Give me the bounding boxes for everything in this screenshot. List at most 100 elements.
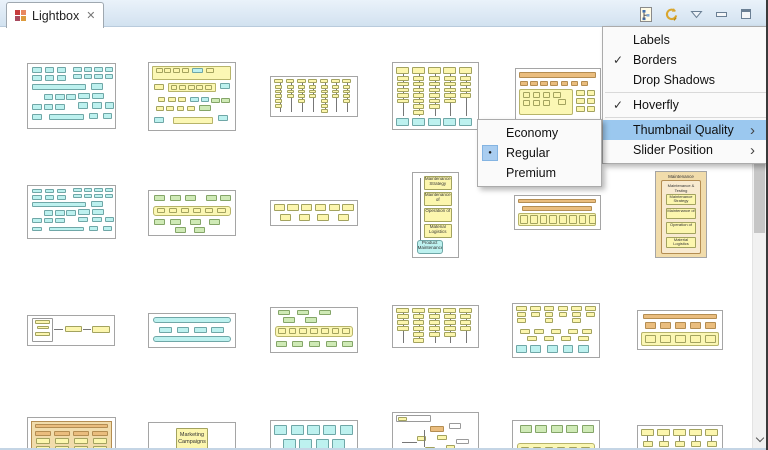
menu-item-hoverfly[interactable]: ✓ Hoverfly bbox=[603, 95, 768, 115]
diagram-box bbox=[308, 79, 318, 84]
diagram-line bbox=[401, 442, 417, 443]
diagram-box bbox=[572, 312, 581, 317]
menu-item-drop-shadows[interactable]: Drop Shadows bbox=[603, 70, 768, 90]
thumbnail[interactable] bbox=[637, 310, 723, 350]
diagram-box bbox=[92, 217, 102, 223]
diagram-box bbox=[526, 335, 538, 341]
thumbnail[interactable] bbox=[270, 307, 358, 353]
diagram-box bbox=[153, 336, 231, 343]
thumbnail[interactable] bbox=[148, 62, 236, 131]
thumbnail[interactable] bbox=[512, 303, 600, 358]
diagram-box bbox=[73, 73, 82, 79]
diagram-box bbox=[92, 92, 104, 100]
check-icon: ✓ bbox=[612, 98, 624, 112]
thumbnail[interactable]: Marketing Campaigns bbox=[148, 422, 236, 450]
tab-lightbox[interactable]: Lightbox ✕ bbox=[6, 2, 105, 28]
thumbnail[interactable] bbox=[148, 313, 236, 348]
diagram-box bbox=[521, 205, 593, 211]
diagram-box bbox=[331, 89, 339, 94]
thumbnail[interactable] bbox=[392, 62, 479, 130]
thumbnail[interactable] bbox=[392, 305, 479, 348]
diagram-box bbox=[297, 99, 305, 103]
submenu-item-premium[interactable]: Premium bbox=[478, 163, 601, 183]
diagram-box bbox=[94, 193, 103, 198]
diagram-box bbox=[428, 332, 440, 338]
menu-item-label: Drop Shadows bbox=[633, 73, 715, 87]
diagram-box bbox=[90, 82, 103, 90]
diagram-box bbox=[343, 84, 351, 89]
diagram-box bbox=[578, 215, 587, 224]
diagram-box bbox=[309, 94, 317, 99]
diagram-box bbox=[644, 334, 656, 343]
diagram-box: Maintenance & Testing Maintenance Strateg… bbox=[661, 179, 701, 254]
submenu-item-regular[interactable]: ● Regular bbox=[478, 143, 601, 163]
diagram-box bbox=[397, 93, 409, 98]
diagram-label: Maintenance Strategy bbox=[423, 176, 452, 190]
thumbnail[interactable] bbox=[514, 195, 601, 230]
diagram-page-icon[interactable] bbox=[638, 6, 654, 22]
diagram-box bbox=[181, 68, 189, 74]
diagram-box bbox=[273, 203, 285, 211]
diagram-box bbox=[459, 81, 472, 87]
menu-item-thumbnail-quality[interactable]: Thumbnail Quality › bbox=[603, 120, 768, 140]
diagram-box bbox=[578, 345, 589, 353]
diagram-box bbox=[459, 76, 472, 81]
diagram-box bbox=[275, 99, 283, 103]
view-menu-icon[interactable] bbox=[688, 6, 704, 22]
thumbnail[interactable] bbox=[27, 417, 116, 450]
diagram-box bbox=[44, 194, 55, 200]
diagram-box bbox=[644, 322, 656, 330]
thumbnail[interactable]: Maintenance Strategy Maintenance of Operat… bbox=[412, 172, 459, 258]
diagram-box bbox=[412, 110, 425, 115]
diagram-box bbox=[32, 103, 42, 111]
diagram-box bbox=[317, 214, 329, 221]
diagram-box bbox=[576, 90, 585, 96]
thumbnail[interactable] bbox=[392, 412, 479, 450]
diagram-box bbox=[298, 214, 310, 221]
menu-item-slider-position[interactable]: Slider Position › bbox=[603, 140, 768, 160]
thumbnail[interactable] bbox=[637, 425, 723, 450]
submenu-item-label: Premium bbox=[506, 166, 557, 180]
maximize-icon[interactable] bbox=[738, 6, 754, 22]
diagram-box bbox=[274, 425, 288, 435]
thumbnail[interactable] bbox=[27, 63, 116, 129]
diagram-box bbox=[520, 215, 528, 224]
refresh-icon[interactable] bbox=[663, 6, 679, 22]
diagram-box bbox=[54, 437, 69, 444]
menu-item-labels[interactable]: Labels bbox=[603, 30, 768, 50]
context-menu: Labels ✓ Borders Drop Shadows ✓ Hoverfly Thumb… bbox=[602, 26, 768, 164]
diagram-box bbox=[174, 227, 186, 233]
minimize-icon[interactable] bbox=[713, 6, 729, 22]
diagram-box bbox=[279, 214, 291, 221]
close-icon[interactable]: ✕ bbox=[86, 9, 95, 22]
diagram-box bbox=[166, 105, 174, 112]
scrollbar-thumb[interactable] bbox=[754, 163, 765, 233]
thumbnail[interactable] bbox=[27, 185, 116, 239]
diagram-box bbox=[544, 318, 554, 323]
submenu-item-economy[interactable]: Economy bbox=[478, 123, 601, 143]
diagram-box bbox=[542, 92, 551, 98]
thumbnail[interactable] bbox=[270, 420, 358, 450]
thumbnail[interactable] bbox=[27, 315, 115, 346]
diagram-box bbox=[412, 104, 425, 110]
diagram-box bbox=[568, 329, 579, 335]
diagram-box bbox=[32, 226, 42, 232]
thumbnail[interactable] bbox=[515, 68, 601, 120]
diagram-box bbox=[657, 429, 670, 437]
submenu-arrow-icon: › bbox=[750, 141, 755, 159]
diagram-box bbox=[412, 66, 426, 74]
diagram-box bbox=[459, 87, 472, 93]
thumbnail[interactable] bbox=[148, 190, 236, 236]
thumbnail[interactable] bbox=[512, 420, 600, 450]
thumbnail[interactable] bbox=[270, 76, 358, 117]
diagram-box bbox=[412, 338, 425, 344]
menu-item-borders[interactable]: ✓ Borders bbox=[603, 50, 768, 70]
diagram-label: Operation of bbox=[423, 208, 452, 222]
thumbnail[interactable] bbox=[270, 200, 358, 226]
diagram-box bbox=[519, 72, 596, 78]
thumbnail[interactable]: Maintenance Maintenance & Testing Maintena… bbox=[655, 171, 707, 258]
diagram-box bbox=[297, 79, 306, 84]
diagram-box bbox=[319, 309, 332, 316]
scroll-down-button[interactable] bbox=[753, 432, 766, 446]
diagram-box bbox=[286, 89, 294, 94]
